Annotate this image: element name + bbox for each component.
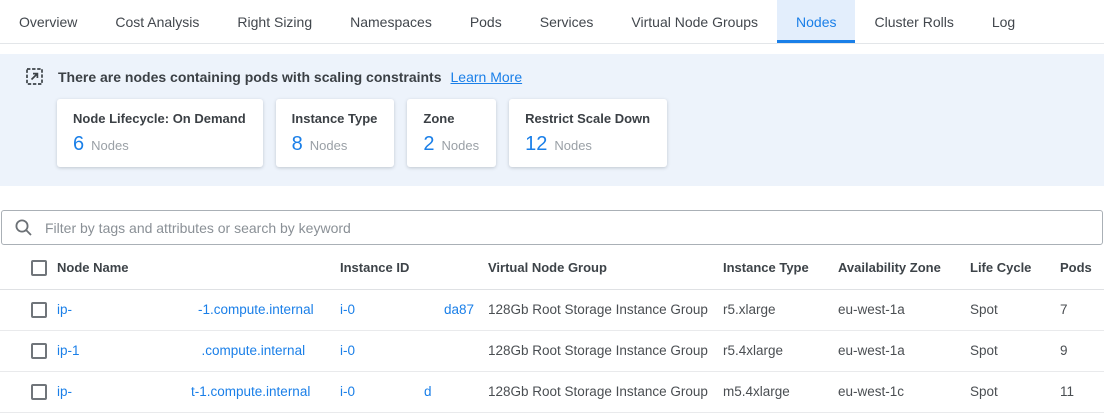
instance-type-cell: m5.4xlarge bbox=[723, 371, 838, 412]
card-title: Zone bbox=[423, 111, 479, 126]
tab-log[interactable]: Log bbox=[973, 0, 1034, 43]
constraint-cards: Node Lifecycle: On Demand 6 Nodes Instan… bbox=[57, 99, 1080, 167]
scaling-constraint-icon bbox=[25, 67, 44, 86]
card-title: Instance Type bbox=[292, 111, 378, 126]
life-cycle-cell: Spot bbox=[970, 330, 1060, 371]
tab-pods[interactable]: Pods bbox=[451, 0, 521, 43]
cluster-tab-bar: Overview Cost Analysis Right Sizing Name… bbox=[0, 0, 1104, 44]
banner-message: There are nodes containing pods with sca… bbox=[58, 69, 442, 85]
life-cycle-cell: Spot bbox=[970, 371, 1060, 412]
virtual-node-group-cell: 128Gb Root Storage Instance Group bbox=[488, 289, 723, 330]
availability-zone-cell: eu-west-1a bbox=[838, 289, 970, 330]
card-unit: Nodes bbox=[554, 138, 592, 153]
constraint-card-instance-type[interactable]: Instance Type 8 Nodes bbox=[276, 99, 395, 167]
node-name-link[interactable]: ip-t-1.compute.internal bbox=[57, 384, 310, 399]
column-header-instance-id: Instance ID bbox=[340, 247, 488, 289]
pods-cell: 11 bbox=[1060, 371, 1104, 412]
virtual-node-group-cell: 128Gb Root Storage Instance Group bbox=[488, 330, 723, 371]
filter-search-input[interactable] bbox=[43, 219, 1090, 237]
card-title: Restrict Scale Down bbox=[525, 111, 650, 126]
constraint-card-restrict-scale-down[interactable]: Restrict Scale Down 12 Nodes bbox=[509, 99, 667, 167]
redacted-text bbox=[355, 336, 465, 366]
filter-search-bar bbox=[1, 210, 1103, 245]
search-icon bbox=[14, 218, 33, 237]
pods-cell: 7 bbox=[1060, 289, 1104, 330]
scaling-constraints-banner: There are nodes containing pods with sca… bbox=[0, 54, 1104, 186]
table-row: ip-1.compute.internal i-0 128Gb Root Sto… bbox=[0, 330, 1104, 371]
table-row: ip-t-1.compute.internal i-0d 128Gb Root … bbox=[0, 371, 1104, 412]
redacted-text bbox=[80, 336, 202, 366]
virtual-node-group-cell: 128Gb Root Storage Instance Group bbox=[488, 371, 723, 412]
instance-id-link[interactable]: i-0da87 bbox=[340, 302, 474, 317]
pods-cell: 9 bbox=[1060, 330, 1104, 371]
column-header-availability-zone: Availability Zone bbox=[838, 247, 970, 289]
column-header-virtual-node-group: Virtual Node Group bbox=[488, 247, 723, 289]
redacted-text bbox=[72, 377, 191, 407]
card-title: Node Lifecycle: On Demand bbox=[73, 111, 246, 126]
table-row: ip--1.compute.internal i-0da87 128Gb Roo… bbox=[0, 289, 1104, 330]
availability-zone-cell: eu-west-1c bbox=[838, 371, 970, 412]
redacted-text bbox=[72, 295, 198, 325]
constraint-card-node-lifecycle[interactable]: Node Lifecycle: On Demand 6 Nodes bbox=[57, 99, 263, 167]
redacted-text bbox=[355, 377, 424, 407]
tab-right-sizing[interactable]: Right Sizing bbox=[218, 0, 331, 43]
card-count: 2 bbox=[423, 133, 434, 155]
tab-virtual-node-groups[interactable]: Virtual Node Groups bbox=[612, 0, 777, 43]
tab-cluster-rolls[interactable]: Cluster Rolls bbox=[855, 0, 972, 43]
redacted-text bbox=[355, 295, 444, 325]
tab-overview[interactable]: Overview bbox=[0, 0, 96, 43]
tab-nodes[interactable]: Nodes bbox=[777, 0, 855, 43]
nodes-table: Node Name Instance ID Virtual Node Group… bbox=[0, 247, 1104, 413]
availability-zone-cell: eu-west-1a bbox=[838, 330, 970, 371]
tab-namespaces[interactable]: Namespaces bbox=[331, 0, 451, 43]
column-header-node-name: Node Name bbox=[57, 247, 340, 289]
tab-services[interactable]: Services bbox=[521, 0, 613, 43]
card-unit: Nodes bbox=[310, 138, 348, 153]
card-count: 6 bbox=[73, 133, 84, 155]
card-count: 12 bbox=[525, 133, 547, 155]
constraint-card-zone[interactable]: Zone 2 Nodes bbox=[407, 99, 496, 167]
life-cycle-cell: Spot bbox=[970, 289, 1060, 330]
row-checkbox[interactable] bbox=[31, 343, 47, 359]
column-header-instance-type: Instance Type bbox=[723, 247, 838, 289]
table-header-row: Node Name Instance ID Virtual Node Group… bbox=[0, 247, 1104, 289]
instance-type-cell: r5.4xlarge bbox=[723, 330, 838, 371]
card-unit: Nodes bbox=[91, 138, 129, 153]
row-checkbox[interactable] bbox=[31, 384, 47, 400]
tab-cost-analysis[interactable]: Cost Analysis bbox=[96, 0, 218, 43]
card-count: 8 bbox=[292, 133, 303, 155]
column-header-life-cycle: Life Cycle bbox=[970, 247, 1060, 289]
node-name-link[interactable]: ip-1.compute.internal bbox=[57, 343, 305, 358]
instance-id-link[interactable]: i-0d bbox=[340, 384, 432, 399]
instance-id-link[interactable]: i-0 bbox=[340, 343, 465, 358]
node-name-link[interactable]: ip--1.compute.internal bbox=[57, 302, 314, 317]
column-header-pods: Pods bbox=[1060, 247, 1104, 289]
learn-more-link[interactable]: Learn More bbox=[451, 69, 523, 85]
instance-type-cell: r5.xlarge bbox=[723, 289, 838, 330]
select-all-checkbox[interactable] bbox=[31, 260, 47, 276]
row-checkbox[interactable] bbox=[31, 302, 47, 318]
card-unit: Nodes bbox=[442, 138, 480, 153]
